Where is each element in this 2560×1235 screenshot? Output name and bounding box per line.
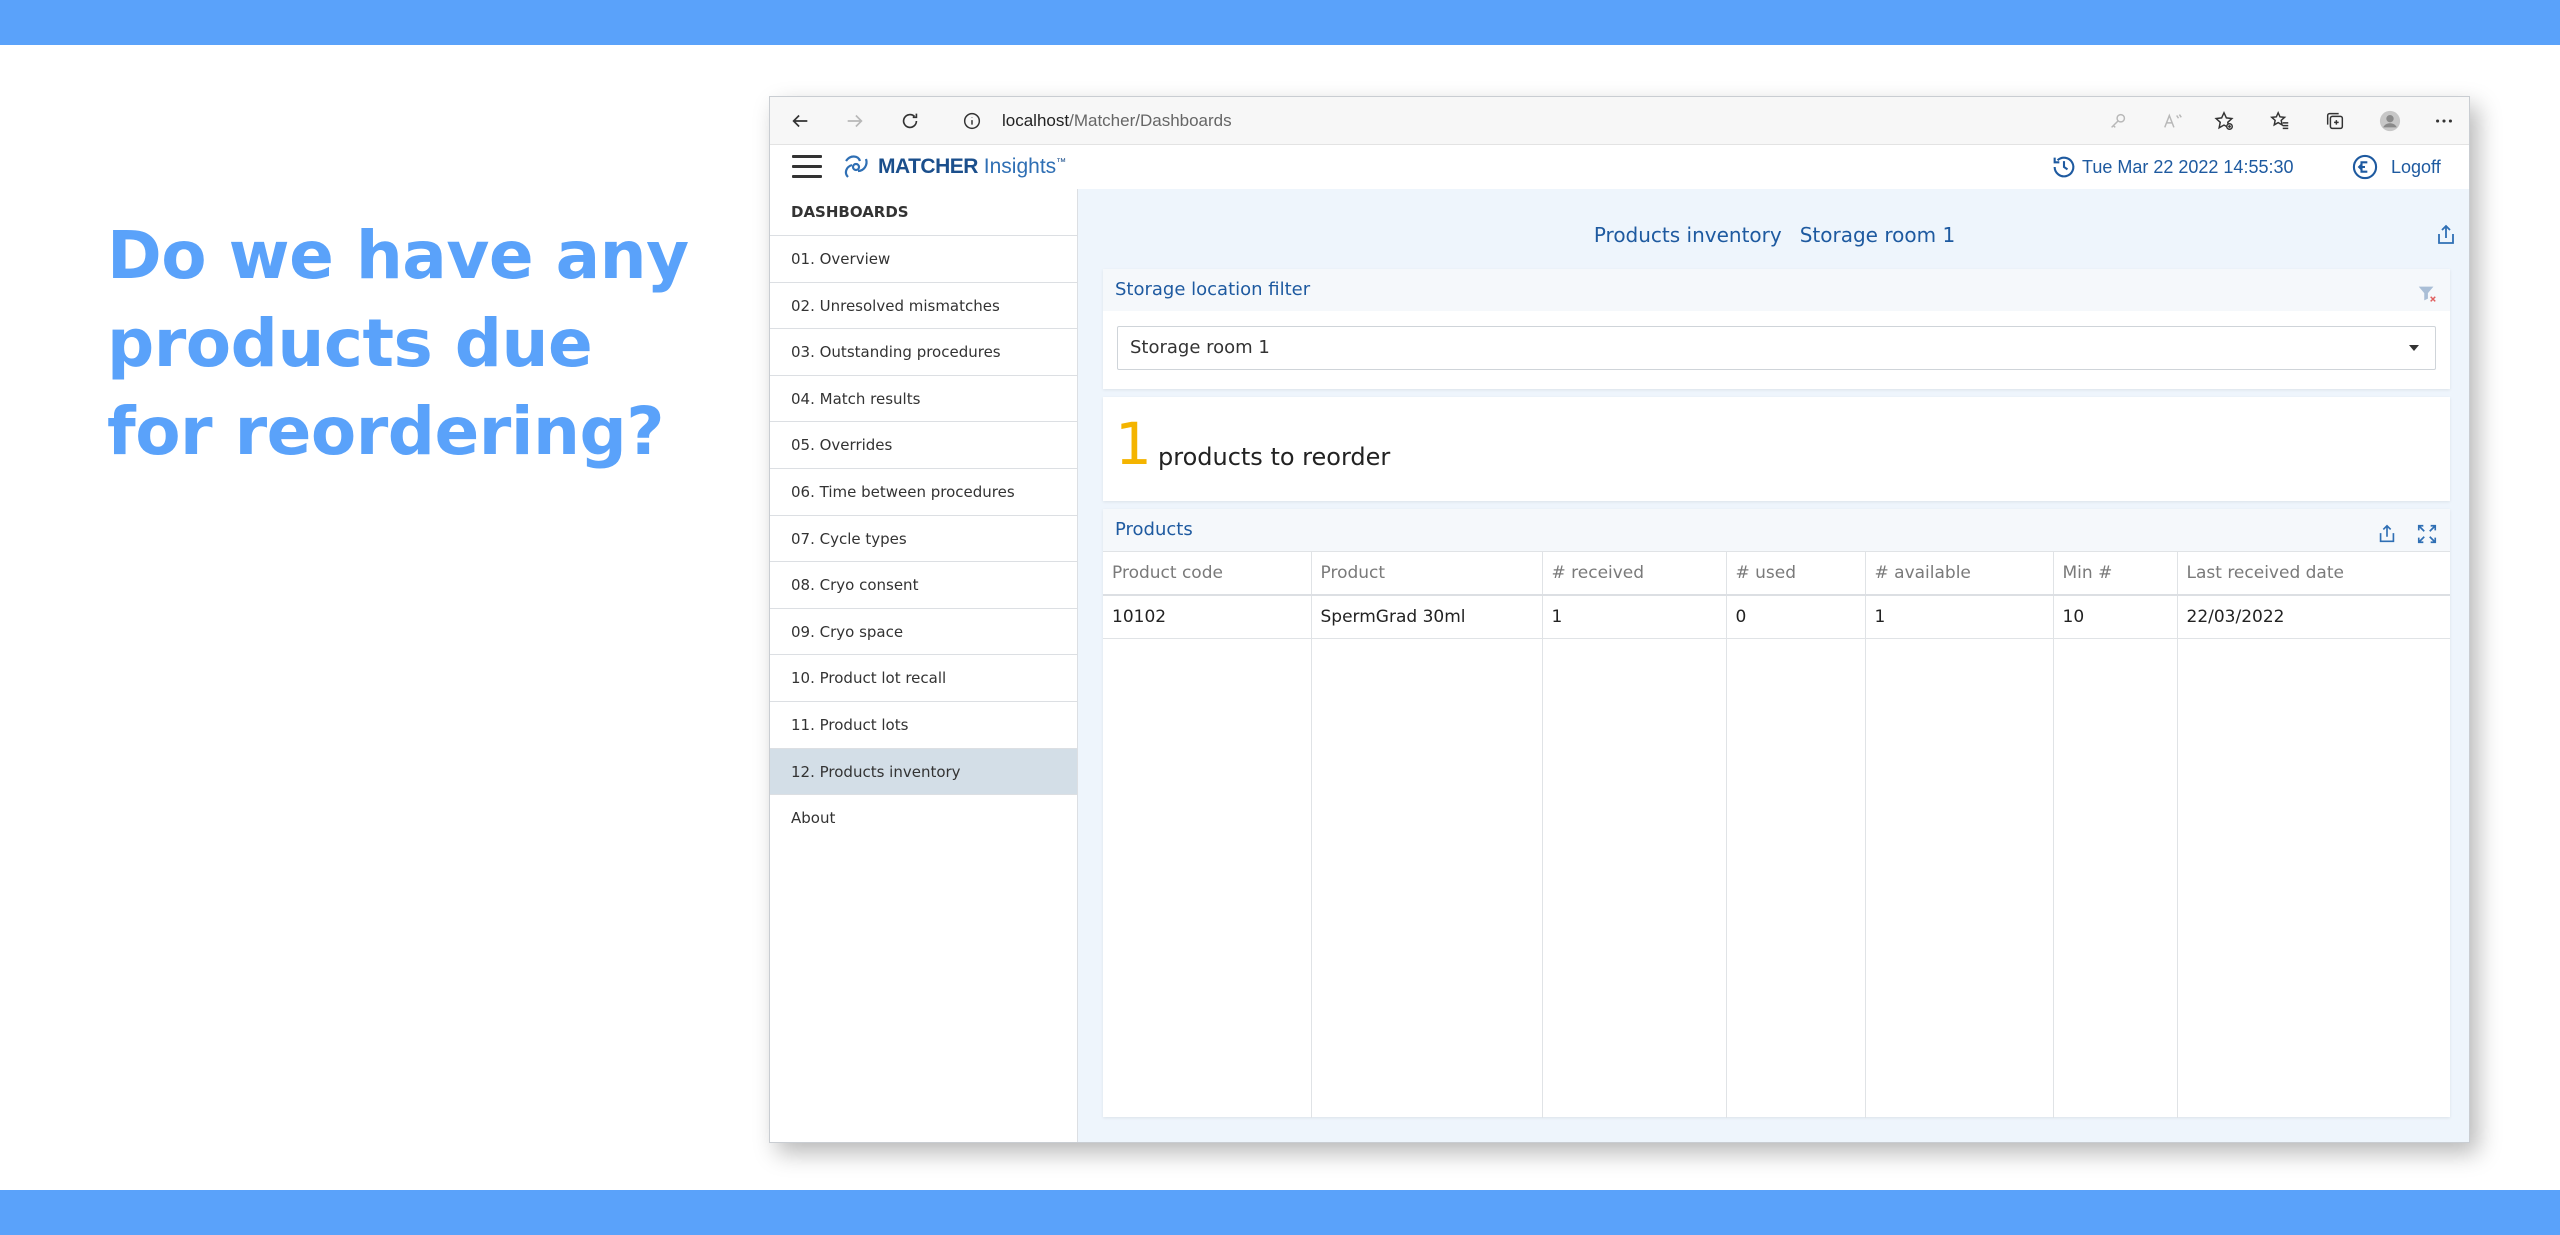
sidebar-item-cycle-types[interactable]: 07. Cycle types xyxy=(770,516,1077,563)
dashboard-main: Products inventory Storage room 1 Storage… xyxy=(1078,189,2469,1142)
reorder-label: products to reorder xyxy=(1158,443,1391,471)
column-header[interactable]: # received xyxy=(1542,551,1727,596)
products-card: Products Product code Product # received… xyxy=(1103,509,2450,1118)
reorder-count: 1 xyxy=(1115,410,1152,478)
empty-table-area xyxy=(1103,638,2450,1118)
sidebar: DASHBOARDS 01. Overview 02. Unresolved m… xyxy=(770,189,1078,1142)
logo-tm: ™ xyxy=(1056,157,1067,168)
sidebar-item-cryo-space[interactable]: 09. Cryo space xyxy=(770,609,1077,656)
sidebar-item-time-between-procedures[interactable]: 06. Time between procedures xyxy=(770,469,1077,516)
sidebar-item-about[interactable]: About xyxy=(770,795,1077,842)
sidebar-item-product-lot-recall[interactable]: 10. Product lot recall xyxy=(770,655,1077,702)
logo-product: Insights xyxy=(983,155,1057,178)
column-header[interactable]: # available xyxy=(1865,551,2054,596)
browser-window: localhost/Matcher/Dashboards MATCHER Ins… xyxy=(769,96,2470,1143)
hamburger-menu-icon[interactable] xyxy=(792,155,822,179)
key-icon[interactable] xyxy=(2104,107,2132,135)
address-bar[interactable]: localhost/Matcher/Dashboards xyxy=(1002,109,1232,133)
cell-product: SpermGrad 30ml xyxy=(1311,594,1543,639)
logo-mark-icon xyxy=(844,155,868,178)
cell-product-code: 10102 xyxy=(1103,594,1312,639)
sidebar-item-overview[interactable]: 01. Overview xyxy=(770,236,1077,283)
column-header[interactable]: Product xyxy=(1311,551,1543,596)
datetime: Tue Mar 22 2022 14:55:30 xyxy=(2050,145,2293,189)
sidebar-item-outstanding-procedures[interactable]: 03. Outstanding procedures xyxy=(770,329,1077,376)
sidebar-item-match-results[interactable]: 04. Match results xyxy=(770,376,1077,423)
products-heading: Products xyxy=(1103,509,2450,551)
sidebar-item-overrides[interactable]: 05. Overrides xyxy=(770,422,1077,469)
logo-brand: MATCHER xyxy=(878,155,978,178)
history-clock-icon xyxy=(2053,156,2075,178)
sidebar-title: DASHBOARDS xyxy=(770,189,1077,236)
sidebar-item-products-inventory[interactable]: 12. Products inventory xyxy=(770,748,1077,796)
site-info-icon[interactable] xyxy=(958,107,986,135)
forward-icon[interactable] xyxy=(841,107,869,135)
logoff-icon xyxy=(2352,154,2378,180)
cell-received: 1 xyxy=(1542,594,1727,639)
storage-filter-heading-text: Storage location filter xyxy=(1115,279,1311,300)
profile-icon[interactable] xyxy=(2376,107,2404,135)
refresh-icon[interactable] xyxy=(896,107,924,135)
favorites-icon[interactable] xyxy=(2266,107,2294,135)
headline: Do we have any products due for reorderi… xyxy=(107,217,689,470)
cell-last-received-date: 22/03/2022 xyxy=(2177,594,2450,639)
storage-location-value: Storage room 1 xyxy=(1130,337,1270,358)
chevron-down-icon xyxy=(2409,345,2419,351)
more-menu-icon[interactable] xyxy=(2430,107,2458,135)
column-header[interactable]: Product code xyxy=(1103,551,1312,596)
sidebar-item-product-lots[interactable]: 11. Product lots xyxy=(770,702,1077,749)
clear-filter-icon[interactable] xyxy=(2416,279,2438,302)
page-title: Products inventory Storage room 1 xyxy=(1078,223,2469,247)
dashboard-title: Products inventory xyxy=(1593,223,1782,247)
logoff-button[interactable]: Logoff xyxy=(2351,145,2441,189)
datetime-text: Tue Mar 22 2022 14:55:30 xyxy=(2082,156,2294,177)
sidebar-item-unresolved-mismatches[interactable]: 02. Unresolved mismatches xyxy=(770,283,1077,330)
sidebar-item-cryo-consent[interactable]: 08. Cryo consent xyxy=(770,562,1077,609)
favorite-add-icon[interactable] xyxy=(2210,107,2238,135)
cell-min: 10 xyxy=(2053,594,2178,639)
url-host: localhost xyxy=(1002,111,1070,130)
top-banner xyxy=(0,0,2560,45)
products-heading-text: Products xyxy=(1115,519,1193,540)
read-aloud-icon[interactable] xyxy=(2159,107,2187,135)
products-table: Product code Product # received # used #… xyxy=(1103,551,2450,1118)
export-icon[interactable] xyxy=(2434,223,2458,247)
collections-icon[interactable] xyxy=(2321,107,2349,135)
storage-location-select[interactable]: Storage room 1 xyxy=(1117,326,2436,370)
export-icon[interactable] xyxy=(2376,519,2398,543)
reorder-kpi-card: 1 products to reorder xyxy=(1103,397,2450,501)
column-header[interactable]: Min # xyxy=(2053,551,2178,596)
app: MATCHER Insights™ Tue Mar 22 2022 14:55:… xyxy=(770,145,2469,1142)
table-row[interactable]: 10102 SpermGrad 30ml 1 0 1 10 22/03/2022 xyxy=(1103,594,2450,639)
storage-filter-heading: Storage location filter xyxy=(1103,269,2450,311)
column-header[interactable]: Last received date xyxy=(2177,551,2450,596)
url-path: /Matcher/Dashboards xyxy=(1069,111,1232,130)
cell-used: 0 xyxy=(1726,594,1866,639)
bottom-banner xyxy=(0,1190,2560,1235)
logoff-label: Logoff xyxy=(2391,156,2441,177)
app-logo: MATCHER Insights™ xyxy=(840,151,1066,183)
app-header: MATCHER Insights™ Tue Mar 22 2022 14:55:… xyxy=(770,145,2469,189)
fullscreen-icon[interactable] xyxy=(2416,519,2438,544)
dashboard-subtitle: Storage room 1 xyxy=(1799,223,1956,247)
column-header[interactable]: # used xyxy=(1726,551,1866,596)
cell-available: 1 xyxy=(1865,594,2054,639)
browser-toolbar: localhost/Matcher/Dashboards xyxy=(770,97,2469,145)
back-icon[interactable] xyxy=(786,107,814,135)
storage-filter-card: Storage location filter Storage room 1 xyxy=(1103,269,2450,389)
